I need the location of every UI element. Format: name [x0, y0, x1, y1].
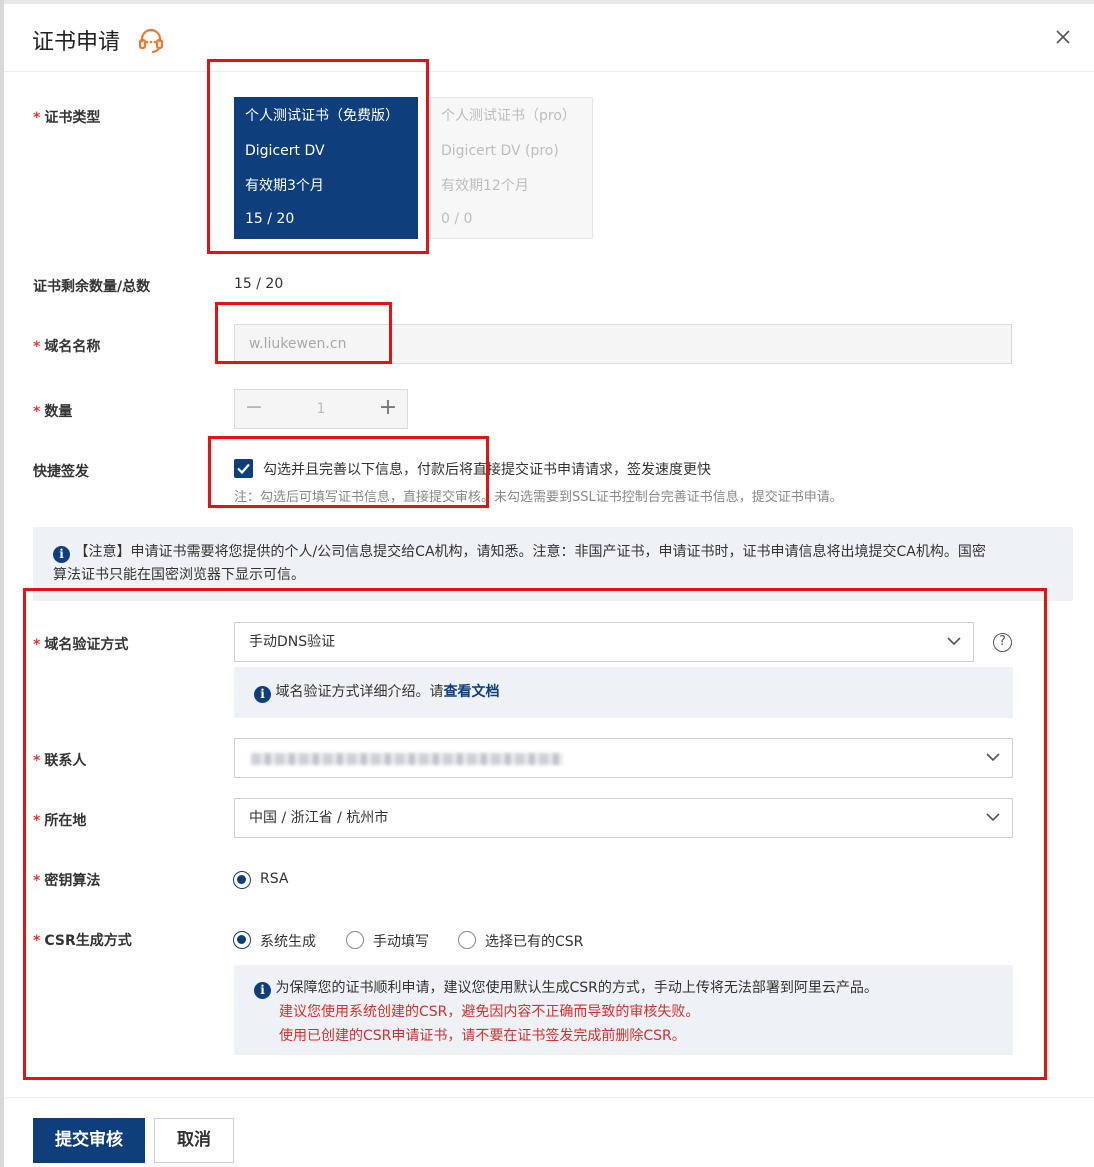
label-quantity: * 数量	[33, 404, 73, 420]
headset-icon[interactable]	[137, 27, 165, 55]
quantity-stepper[interactable]: − 1 +	[234, 389, 408, 429]
close-icon[interactable]	[1054, 28, 1072, 46]
card-brand: Digicert DV	[245, 143, 325, 159]
plus-button[interactable]: +	[369, 390, 407, 428]
check-icon	[237, 463, 250, 475]
csr-hint-line1: 为保障您的证书顺利申请，建议您使用默认生成CSR的方式，手动上传将无法部署到阿里…	[275, 980, 878, 996]
info-icon: i	[254, 982, 271, 999]
label-key-algo: * 密钥算法	[33, 873, 101, 889]
radio-rsa[interactable]	[233, 871, 251, 889]
card-count: 0 / 0	[441, 211, 473, 227]
remaining-value: 15 / 20	[234, 276, 284, 292]
radio-csr-manual[interactable]	[346, 931, 364, 949]
quick-issue-text: 勾选并且完善以下信息，付款后将直接提交证书申请请求，签发速度更快	[263, 462, 711, 478]
dialog-header: 证书申请	[4, 4, 1094, 72]
radio-csr-system[interactable]	[233, 931, 251, 949]
card-count: 15 / 20	[245, 211, 295, 227]
minus-button[interactable]: −	[235, 390, 273, 428]
submit-button[interactable]: 提交审核	[33, 1118, 145, 1163]
card-validity: 有效期12个月	[441, 178, 529, 194]
card-name: 个人测试证书（pro）	[441, 108, 576, 124]
radio-rsa-label[interactable]: RSA	[260, 871, 288, 887]
verify-method-select[interactable]: 手动DNS验证	[234, 622, 974, 662]
verify-hint: i 域名验证方式详细介绍。请查看文档	[234, 667, 1013, 718]
card-name: 个人测试证书（免费版）	[245, 108, 399, 124]
quantity-value[interactable]: 1	[273, 390, 369, 428]
info-icon: i	[53, 546, 70, 563]
card-brand: Digicert DV (pro)	[441, 143, 559, 159]
label-remaining: 证书剩余数量/总数	[33, 279, 151, 295]
radio-csr-manual-label[interactable]: 手动填写	[373, 931, 429, 951]
verify-method-value: 手动DNS验证	[249, 634, 336, 650]
view-docs-link[interactable]: 查看文档	[443, 684, 499, 700]
contact-select[interactable]	[234, 738, 1013, 778]
csr-hint: i 为保障您的证书顺利申请，建议您使用默认生成CSR的方式，手动上传将无法部署到…	[234, 965, 1013, 1055]
required-mark: *	[33, 110, 41, 126]
radio-csr-system-label[interactable]: 系统生成	[260, 931, 316, 951]
quick-issue-checkbox[interactable]	[234, 459, 253, 478]
chevron-down-icon	[947, 637, 961, 646]
notice-banner: i 【注意】申请证书需要将您提供的个人/公司信息提交给CA机构，请知悉。注意：非…	[33, 527, 1073, 601]
csr-hint-line2: 建议您使用系统创建的CSR，避免因内容不正确而导致的审核失败。	[279, 1004, 700, 1020]
label-contact: * 联系人	[33, 753, 87, 769]
domain-input[interactable]: w.liukewen.cn	[234, 324, 1012, 364]
window-left-edge	[0, 0, 4, 1167]
label-quick-issue: 快捷签发	[33, 464, 89, 480]
csr-hint-line3: 使用已创建的CSR申请证书，请不要在证书签发完成前删除CSR。	[279, 1028, 686, 1044]
dialog-title: 证书申请	[32, 30, 121, 55]
cert-card-pro[interactable]: 个人测试证书（pro） Digicert DV (pro) 有效期12个月 0 …	[430, 97, 593, 239]
redacted-contact	[251, 753, 563, 765]
location-value: 中国 / 浙江省 / 杭州市	[249, 810, 389, 826]
location-select[interactable]: 中国 / 浙江省 / 杭州市	[234, 798, 1013, 838]
chevron-down-icon	[986, 813, 1000, 822]
help-icon[interactable]: ?	[993, 633, 1012, 652]
info-icon: i	[254, 686, 271, 703]
card-validity: 有效期3个月	[245, 178, 324, 194]
quick-issue-note: 注：勾选后可填写证书信息，直接提交审核。未勾选需要到SSL证书控制台完善证书信息…	[234, 490, 843, 505]
cancel-button[interactable]: 取消	[154, 1118, 234, 1163]
notice-line2: 算法证书只能在国密浏览器下显示可信。	[53, 567, 305, 583]
chevron-down-icon	[986, 753, 1000, 762]
label-cert-type: * 证书类型	[33, 110, 101, 126]
radio-csr-existing[interactable]	[458, 931, 476, 949]
label-verify-method: * 域名验证方式	[33, 637, 129, 653]
notice-line1: 【注意】申请证书需要将您提供的个人/公司信息提交给CA机构，请知悉。注意：非国产…	[74, 544, 986, 560]
cert-card-free[interactable]: 个人测试证书（免费版） Digicert DV 有效期3个月 15 / 20	[234, 97, 418, 239]
label-location: * 所在地	[33, 813, 87, 829]
label-csr-method: * CSR生成方式	[33, 933, 132, 949]
radio-csr-existing-label[interactable]: 选择已有的CSR	[485, 931, 583, 951]
label-domain: * 域名名称	[33, 339, 101, 355]
